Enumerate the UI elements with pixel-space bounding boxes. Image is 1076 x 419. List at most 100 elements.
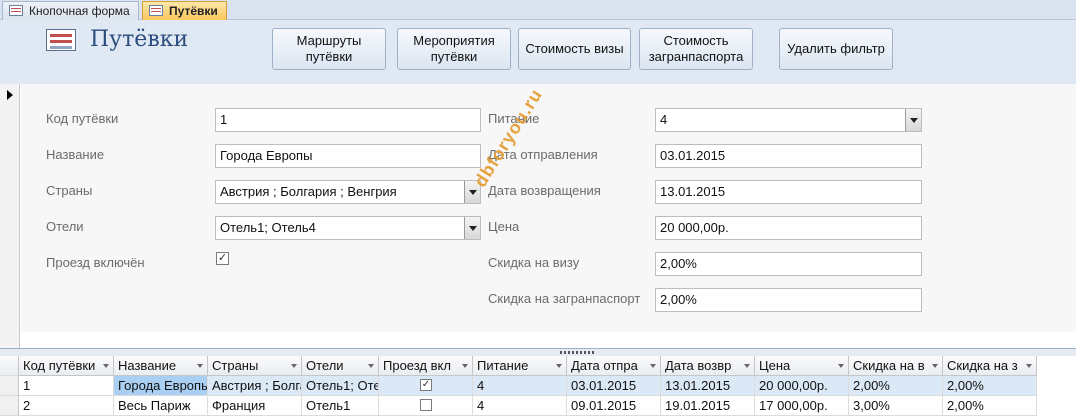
column-header[interactable]: Цена: [755, 356, 849, 376]
return-value: 13.01.2015: [660, 184, 726, 199]
column-header[interactable]: Питание: [473, 356, 567, 376]
travel-checkbox[interactable]: [420, 399, 432, 411]
current-record-arrow-icon: [7, 90, 13, 100]
column-header-label: Цена: [759, 358, 791, 373]
visa-discount-field[interactable]: 2,00%: [655, 252, 922, 276]
chevron-down-icon[interactable]: [291, 364, 297, 368]
chevron-down-icon[interactable]: [838, 364, 844, 368]
food-value: 4: [660, 112, 668, 127]
price-field[interactable]: 20 000,00р.: [655, 216, 922, 240]
table-cell[interactable]: Франция: [208, 396, 302, 416]
form-header: Путёвки Маршруты путёвки Мероприятия пут…: [0, 20, 1076, 84]
detail-form: Код путёвки 1 Название Города Европы Стр…: [21, 84, 1076, 332]
table-cell[interactable]: 4: [473, 396, 567, 416]
price-value: 20 000,00р.: [660, 220, 729, 235]
table-cell[interactable]: ✓: [379, 376, 473, 396]
column-header-label: Питание: [477, 358, 529, 373]
column-header[interactable]: Скидка на з: [943, 356, 1037, 376]
document-tab-bar: Кнопочная форма Путёвки: [0, 0, 1076, 20]
select-all-corner[interactable]: [0, 356, 19, 376]
passport-discount-value: 2,00%: [660, 292, 697, 307]
datasheet: Код путёвки Название Страны Отели Проезд…: [0, 356, 1076, 419]
table-cell[interactable]: 4: [473, 376, 567, 396]
name-field[interactable]: Города Европы: [215, 144, 481, 168]
table-cell[interactable]: Отель1: [302, 396, 379, 416]
return-label: Дата возвращения: [488, 183, 601, 198]
row-selector[interactable]: [0, 376, 19, 396]
events-button[interactable]: Мероприятия путёвки: [397, 28, 511, 70]
drag-handle-icon[interactable]: [560, 351, 594, 354]
remove-filter-button[interactable]: Удалить фильтр: [779, 28, 893, 70]
code-field[interactable]: 1: [215, 108, 481, 132]
name-value: Города Европы: [220, 148, 313, 163]
table-cell[interactable]: Города Европы: [114, 376, 208, 396]
tab-label: Путёвки: [169, 4, 218, 18]
tab-putevki[interactable]: Путёвки: [142, 1, 227, 20]
column-header-label: Проезд вкл: [383, 358, 451, 373]
chevron-down-icon[interactable]: [905, 109, 921, 131]
chevron-down-icon[interactable]: [932, 364, 938, 368]
travel-checkbox[interactable]: ✓: [420, 379, 432, 391]
table-cell[interactable]: Австрия ; Болгария ; Венгрия: [208, 376, 302, 396]
column-header[interactable]: Отели: [302, 356, 379, 376]
table-cell[interactable]: 19.01.2015: [661, 396, 755, 416]
chevron-down-icon[interactable]: [103, 364, 109, 368]
column-header-label: Дата возвр: [665, 358, 732, 373]
table-cell[interactable]: 3,00%: [849, 396, 943, 416]
passport-discount-field[interactable]: 2,00%: [655, 288, 922, 312]
column-header[interactable]: Название: [114, 356, 208, 376]
column-header[interactable]: Проезд вкл: [379, 356, 473, 376]
table-cell[interactable]: 2,00%: [849, 376, 943, 396]
column-header[interactable]: Дата отпра: [567, 356, 661, 376]
tab-label: Кнопочная форма: [29, 4, 130, 18]
column-header[interactable]: Скидка на в: [849, 356, 943, 376]
column-header[interactable]: Код путёвки: [19, 356, 114, 376]
form-icon: [46, 29, 76, 51]
table-cell[interactable]: 2,00%: [943, 396, 1037, 416]
chevron-down-icon[interactable]: [464, 217, 480, 239]
countries-label: Страны: [46, 183, 93, 198]
passport-cost-button[interactable]: Стоимость загранпаспорта: [639, 28, 753, 70]
depart-field[interactable]: 03.01.2015: [655, 144, 922, 168]
chevron-down-icon[interactable]: [556, 364, 562, 368]
chevron-down-icon[interactable]: [1026, 364, 1032, 368]
table-cell[interactable]: 03.01.2015: [567, 376, 661, 396]
chevron-down-icon[interactable]: [744, 364, 750, 368]
visa-discount-value: 2,00%: [660, 256, 697, 271]
tab-switchboard[interactable]: Кнопочная форма: [2, 1, 139, 20]
chevron-down-icon[interactable]: [462, 364, 468, 368]
name-label: Название: [46, 147, 105, 162]
routes-button[interactable]: Маршруты путёвки: [272, 28, 386, 70]
food-combo[interactable]: 4: [655, 108, 922, 132]
column-header[interactable]: Страны: [208, 356, 302, 376]
return-field[interactable]: 13.01.2015: [655, 180, 922, 204]
chevron-down-icon[interactable]: [650, 364, 656, 368]
table-cell[interactable]: [379, 396, 473, 416]
table-cell[interactable]: Отель1; Отель4: [302, 376, 379, 396]
price-label: Цена: [488, 219, 520, 234]
chevron-down-icon[interactable]: [368, 364, 374, 368]
hotels-combo[interactable]: Отель1; Отель4: [215, 216, 481, 240]
table-cell[interactable]: 2,00%: [943, 376, 1037, 396]
split-form-divider[interactable]: [0, 348, 1076, 356]
table-cell[interactable]: 1: [19, 376, 114, 396]
travel-label: Проезд включён: [46, 255, 145, 270]
travel-checkbox[interactable]: ✓: [216, 252, 229, 265]
column-header[interactable]: Дата возвр: [661, 356, 755, 376]
column-header-label: Название: [118, 358, 177, 373]
table-cell[interactable]: 13.01.2015: [661, 376, 755, 396]
table-cell[interactable]: 17 000,00р.: [755, 396, 849, 416]
column-header-label: Отели: [306, 358, 344, 373]
table-cell[interactable]: 2: [19, 396, 114, 416]
table-cell[interactable]: 09.01.2015: [567, 396, 661, 416]
column-header-label: Страны: [212, 358, 259, 373]
record-selector[interactable]: [0, 84, 20, 348]
countries-combo[interactable]: Австрия ; Болгария ; Венгрия: [215, 180, 481, 204]
row-selector[interactable]: [0, 396, 19, 416]
table-cell[interactable]: Весь Париж: [114, 396, 208, 416]
form-icon: [9, 5, 23, 16]
column-header-label: Код путёвки: [23, 358, 96, 373]
chevron-down-icon[interactable]: [197, 364, 203, 368]
visa-cost-button[interactable]: Стоимость визы: [518, 28, 631, 70]
table-cell[interactable]: 20 000,00р.: [755, 376, 849, 396]
